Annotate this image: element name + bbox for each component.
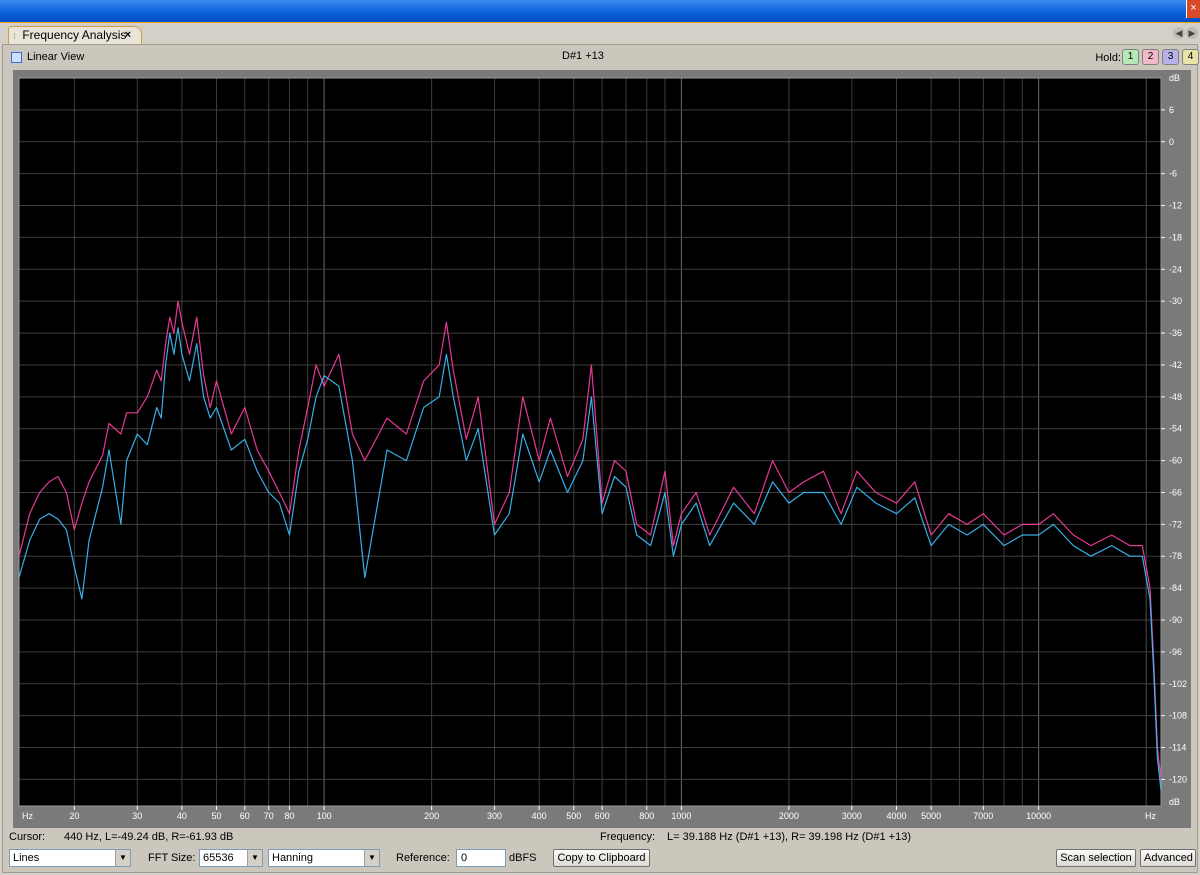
fft-size-select[interactable]: 65536 ▼ — [199, 849, 263, 867]
x-unit-right: Hz — [1145, 811, 1156, 821]
fft-size-label: FFT Size: — [148, 852, 196, 864]
x-tick-label: 400 — [532, 811, 547, 821]
y-tick-label: -54 — [1169, 424, 1182, 434]
cursor-value: 440 Hz, L=-49.24 dB, R=-61.93 dB — [64, 831, 234, 843]
fft-size-value: 65536 — [203, 852, 234, 864]
y-tick-label: -96 — [1169, 647, 1182, 657]
frequency-value: L= 39.188 Hz (D#1 +13), R= 39.198 Hz (D#… — [667, 831, 911, 843]
x-tick-label: 200 — [424, 811, 439, 821]
scan-selection-button[interactable]: Scan selection — [1056, 849, 1136, 867]
x-tick-label: 10000 — [1026, 811, 1051, 821]
y-unit-bottom: dB — [1169, 797, 1180, 807]
x-tick-label: 500 — [566, 811, 581, 821]
x-tick-label: 20 — [69, 811, 79, 821]
x-tick-label: 60 — [240, 811, 250, 821]
plot-background — [19, 78, 1161, 806]
x-tick-label: 30 — [132, 811, 142, 821]
y-tick-label: -72 — [1169, 519, 1182, 529]
tab-label: Frequency Analysis — [22, 28, 127, 42]
top-toolbar: Linear View D#1 +13 Hold: 1 2 3 4 — [3, 48, 1199, 67]
x-tick-label: 300 — [487, 811, 502, 821]
reference-label: Reference: — [396, 852, 450, 864]
linear-view-label: Linear View — [27, 51, 85, 63]
y-tick-label: -108 — [1169, 711, 1187, 721]
copy-to-clipboard-button[interactable]: Copy to Clipboard — [553, 849, 650, 867]
y-tick-label: -48 — [1169, 392, 1182, 402]
y-tick-label: -36 — [1169, 328, 1182, 338]
y-tick-label: 6 — [1169, 105, 1174, 115]
hold-button-3[interactable]: 3 — [1162, 49, 1179, 65]
x-tick-label: 1000 — [671, 811, 691, 821]
tab-scroll-right-icon[interactable]: ▶ — [1186, 27, 1198, 39]
advanced-button[interactable]: Advanced — [1140, 849, 1196, 867]
hold-group: Hold: 1 2 3 4 — [1067, 49, 1199, 67]
y-tick-label: -114 — [1169, 743, 1186, 753]
x-tick-label: 70 — [264, 811, 274, 821]
cursor-label: Cursor: — [9, 831, 46, 843]
y-tick-label: -42 — [1169, 360, 1182, 370]
tab-grip-icon[interactable]: ⁝ — [13, 28, 19, 45]
x-tick-label: 40 — [177, 811, 187, 821]
window-close-button[interactable]: × — [1186, 0, 1200, 18]
y-tick-label: -60 — [1169, 456, 1182, 466]
hold-label: Hold: — [1095, 52, 1121, 64]
y-tick-label: -78 — [1169, 551, 1182, 561]
frequency-label: Frequency: — [600, 831, 656, 843]
tab-frequency-analysis[interactable]: ⁝ Frequency Analysis × — [8, 26, 142, 45]
plot-style-select[interactable]: Lines ▼ — [9, 849, 131, 867]
chevron-down-icon[interactable]: ▼ — [364, 850, 379, 866]
y-tick-label: -84 — [1169, 583, 1182, 593]
x-tick-label: 800 — [639, 811, 654, 821]
chevron-down-icon[interactable]: ▼ — [247, 850, 262, 866]
spectrum-plot[interactable]: 6 0 -6 -12 -18 -24 -30 -36 -42 -48 -54 -60 -66 -72 -78… — [13, 70, 1191, 828]
tab-scroll-left-icon[interactable]: ◀ — [1173, 27, 1185, 39]
x-tick-label: 2000 — [779, 811, 799, 821]
y-tick-label: -30 — [1169, 296, 1182, 306]
pitch-readout: D#1 +13 — [562, 50, 604, 62]
reference-unit: dBFS — [509, 852, 537, 864]
y-tick-label: -12 — [1169, 201, 1182, 211]
x-tick-label: 7000 — [973, 811, 993, 821]
y-tick-label: 0 — [1169, 137, 1174, 147]
controls-row: Lines ▼ FFT Size: 65536 ▼ Hanning ▼ Refe… — [3, 849, 1197, 869]
y-tick-label: -6 — [1169, 169, 1177, 179]
y-tick-label: -18 — [1169, 232, 1182, 242]
x-tick-label: 5000 — [921, 811, 941, 821]
y-tick-label: -24 — [1169, 264, 1182, 274]
y-tick-label: -120 — [1169, 774, 1187, 784]
y-tick-label: -66 — [1169, 487, 1182, 497]
hold-button-4[interactable]: 4 — [1182, 49, 1199, 65]
x-tick-label: 3000 — [842, 811, 862, 821]
hold-button-1[interactable]: 1 — [1122, 49, 1139, 65]
y-tick-label: -90 — [1169, 615, 1182, 625]
panel-tabstrip: ⁝ Frequency Analysis × ◀ ▶ — [0, 22, 1200, 45]
x-tick-label: 100 — [317, 811, 332, 821]
linear-view-checkbox[interactable] — [11, 52, 22, 63]
x-tick-label: 600 — [595, 811, 610, 821]
x-unit-left: Hz — [22, 811, 33, 821]
y-unit-top: dB — [1169, 73, 1180, 83]
plot-style-value: Lines — [13, 852, 40, 864]
y-tick-label: -102 — [1169, 679, 1187, 689]
window-function-select[interactable]: Hanning ▼ — [268, 849, 380, 867]
reference-input[interactable]: 0 — [456, 849, 506, 867]
frequency-analysis-panel: Linear View D#1 +13 Hold: 1 2 3 4 6 0 -6 -1… — [2, 44, 1199, 873]
hold-button-2[interactable]: 2 — [1142, 49, 1159, 65]
readout-row: Cursor: 440 Hz, L=-49.24 dB, R=-61.93 dB… — [3, 830, 1197, 846]
x-tick-label: 50 — [212, 811, 222, 821]
app-titlebar: × — [0, 0, 1200, 22]
spectrum-chart[interactable]: 60-6-12-18-24-30-36-42-48-54-60-66-72-78… — [13, 70, 1191, 828]
tab-close-icon[interactable]: × — [125, 27, 131, 44]
x-tick-label: 4000 — [886, 811, 906, 821]
tab-scroll-controls: ◀ ▶ — [1172, 27, 1198, 39]
x-tick-label: 80 — [284, 811, 294, 821]
window-function-value: Hanning — [272, 852, 313, 864]
chevron-down-icon[interactable]: ▼ — [115, 850, 130, 866]
